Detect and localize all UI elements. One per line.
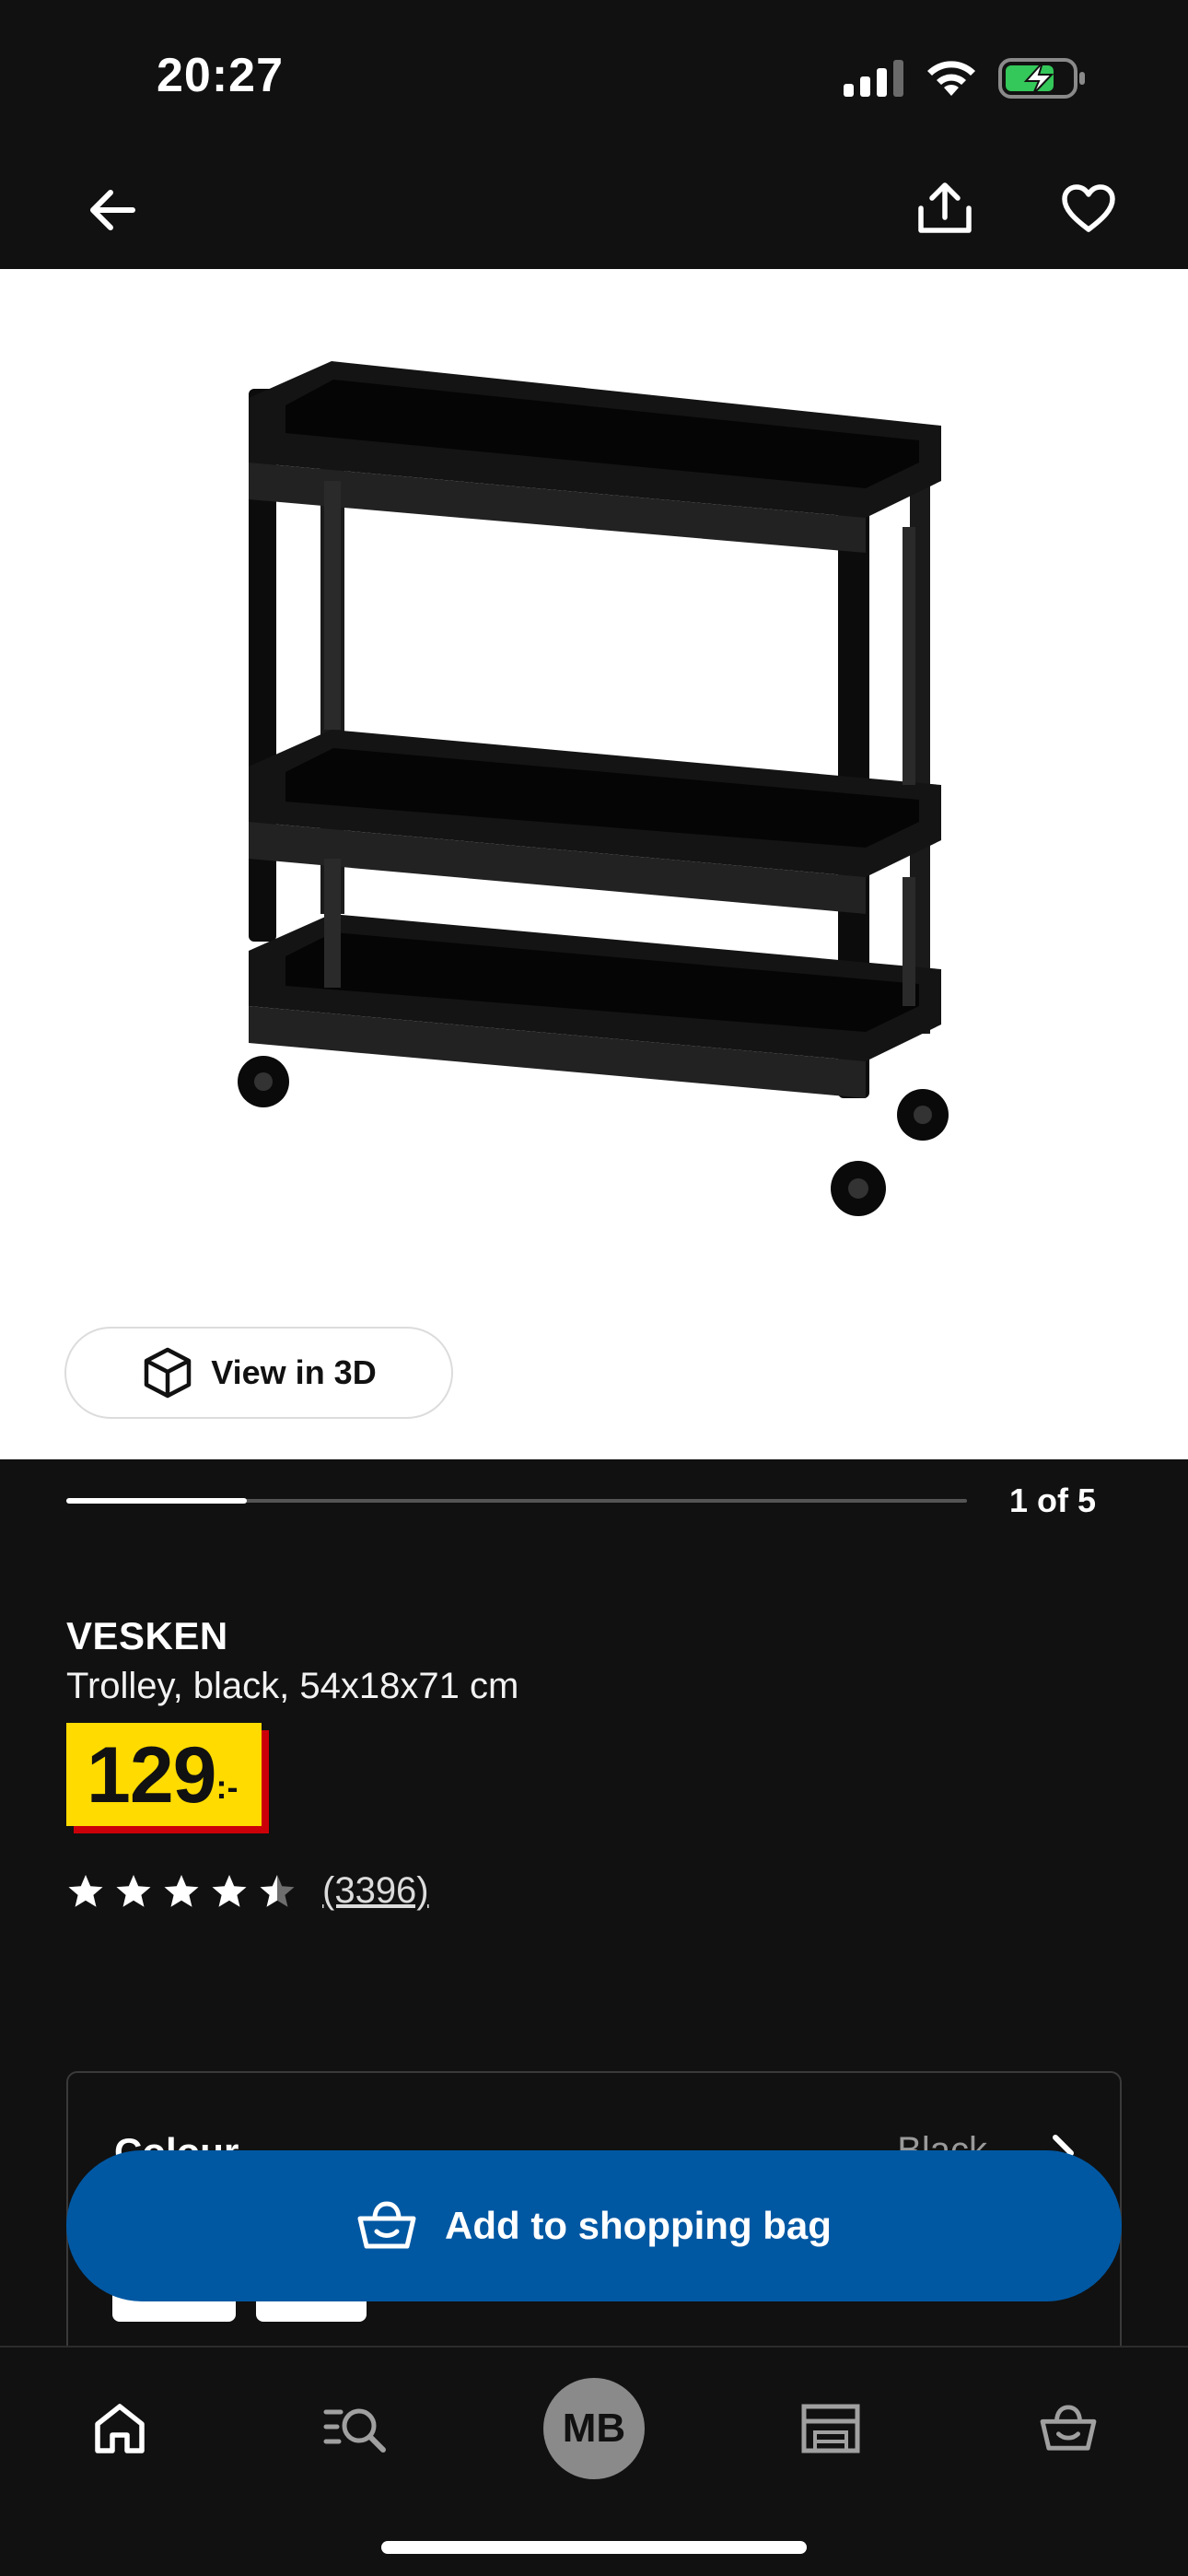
home-icon	[95, 2404, 145, 2453]
view-in-3d-label: View in 3D	[211, 1353, 377, 1391]
add-to-shopping-bag-label: Add to shopping bag	[445, 2204, 832, 2247]
tab-search[interactable]	[300, 2373, 411, 2484]
tab-bag[interactable]	[1013, 2373, 1124, 2484]
rating-stars	[66, 1872, 297, 1911]
price-tag: 129 :-	[66, 1723, 262, 1826]
tab-profile[interactable]: MB	[539, 2373, 649, 2484]
tab-stores[interactable]	[775, 2373, 886, 2484]
shopping-bag-icon	[357, 2201, 416, 2249]
star-icon	[164, 1874, 199, 1907]
price-suffix: :-	[215, 1768, 239, 1806]
add-to-shopping-bag-button[interactable]: Add to shopping bag	[66, 2150, 1122, 2301]
gallery-progress-fill	[66, 1498, 247, 1504]
home-indicator[interactable]	[381, 2541, 807, 2554]
status-bar: 20:27	[0, 0, 1188, 157]
shopping-bag-icon	[1040, 2405, 1097, 2451]
product-name: VESKEN	[66, 1614, 228, 1657]
back-button[interactable]	[79, 177, 146, 243]
wifi-icon	[925, 59, 978, 102]
heart-icon	[1062, 184, 1115, 232]
cube-icon	[145, 1347, 192, 1399]
cellular-signal-icon	[844, 60, 904, 101]
star-icon	[68, 1874, 103, 1907]
product-image	[238, 361, 949, 1216]
top-navigation	[0, 157, 1188, 269]
search-list-icon	[323, 2408, 386, 2453]
review-count-link[interactable]: (3396)	[322, 1870, 429, 1912]
favourite-button[interactable]	[1055, 175, 1122, 241]
battery-charging-icon	[998, 57, 1087, 104]
product-description: Trolley, black, 54x18x71 cm	[66, 1666, 519, 1706]
share-icon	[918, 182, 972, 233]
price-amount: 129	[87, 1731, 216, 1820]
share-button[interactable]	[912, 175, 978, 241]
avatar: MB	[543, 2378, 645, 2479]
store-icon	[801, 2404, 860, 2453]
view-in-3d-button[interactable]: View in 3D	[64, 1327, 453, 1419]
arrow-left-icon	[90, 190, 135, 230]
gallery-progress-track	[66, 1498, 967, 1504]
star-icon	[212, 1874, 247, 1907]
gallery-page-indicator: 1 of 5	[1009, 1481, 1097, 1519]
product-image-gallery[interactable]: View in 3D	[0, 269, 1188, 1459]
star-icon	[260, 1874, 295, 1907]
rating[interactable]: (3396)	[66, 1870, 429, 1912]
star-icon	[116, 1874, 151, 1907]
status-icons	[844, 57, 1087, 104]
status-time: 20:27	[157, 49, 284, 102]
tab-home[interactable]	[64, 2373, 175, 2484]
